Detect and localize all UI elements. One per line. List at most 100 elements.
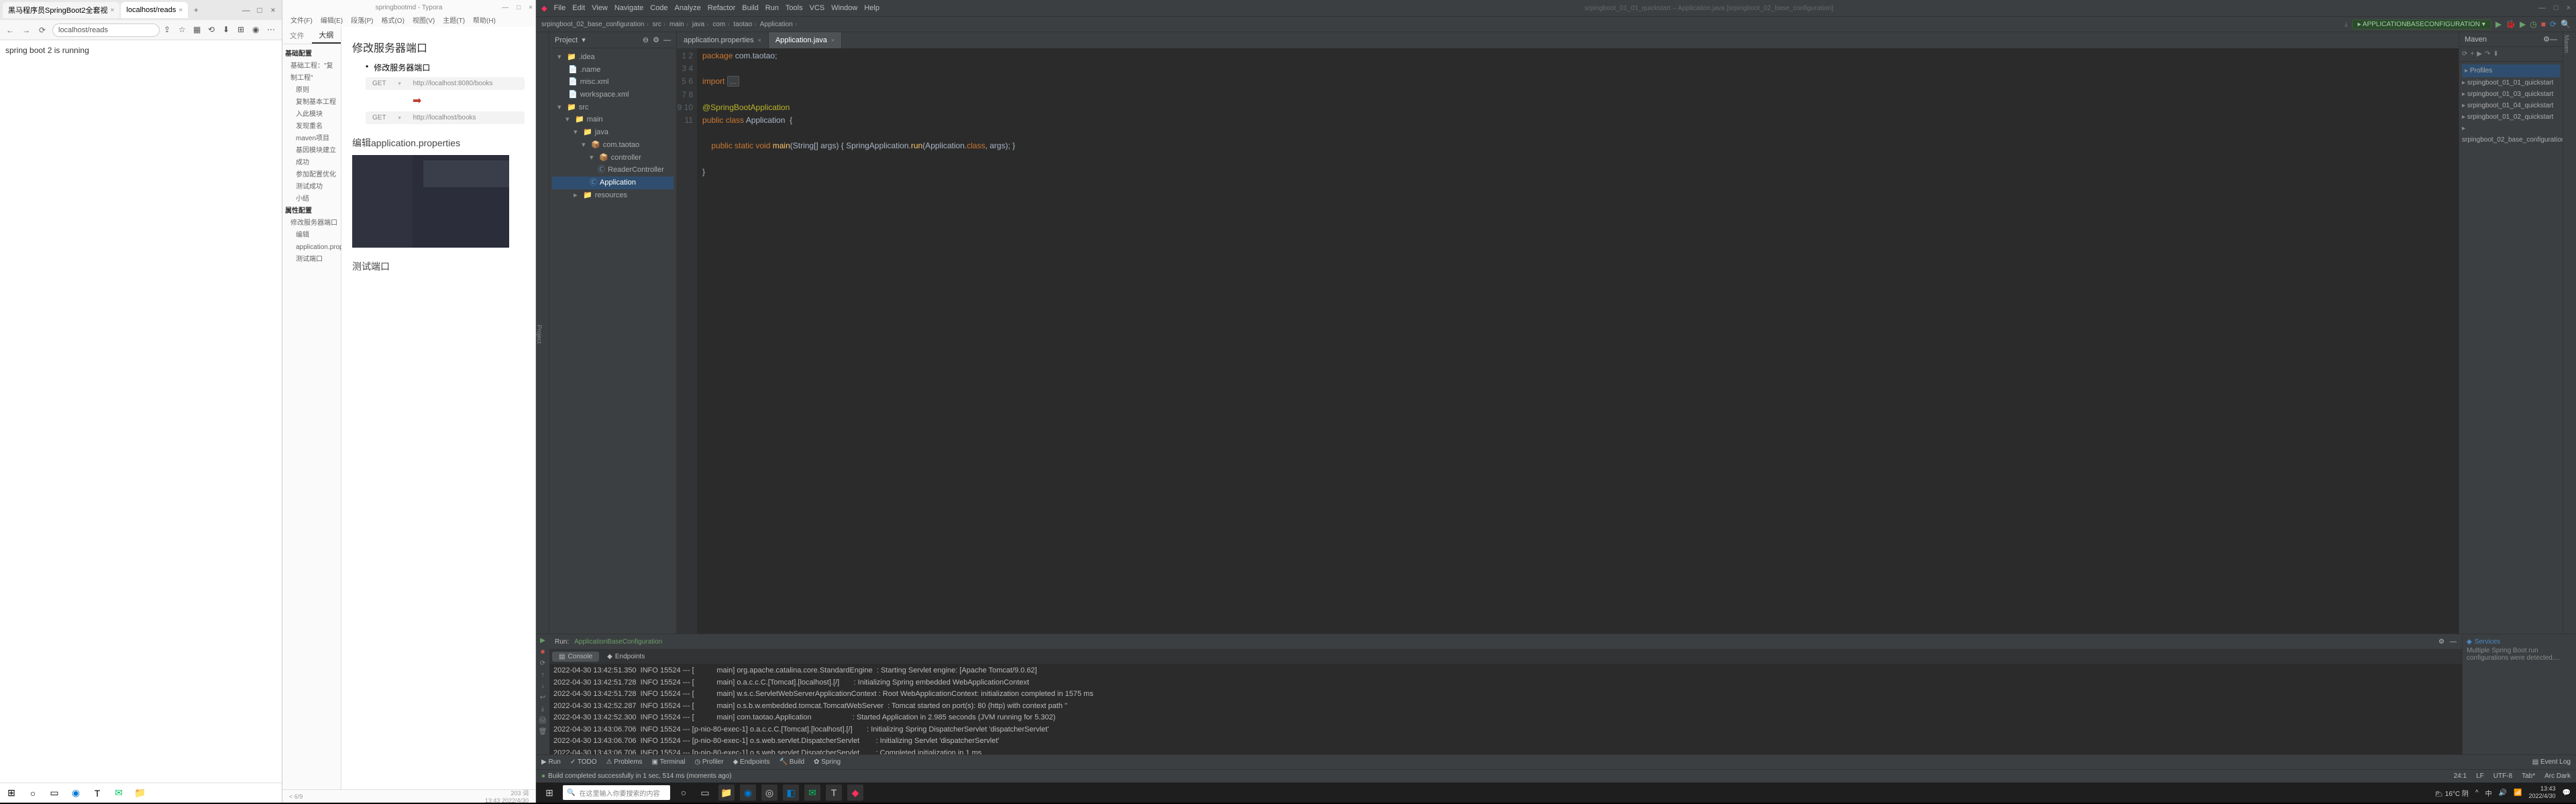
favorite-icon[interactable]: ☆	[178, 25, 189, 36]
menu-item[interactable]: Code	[650, 4, 667, 12]
menu-item[interactable]: Help	[864, 4, 879, 12]
address-input[interactable]	[52, 23, 160, 37]
outline-item[interactable]: 基础配置	[285, 48, 338, 60]
encoding[interactable]: UTF-8	[2493, 772, 2512, 780]
maven-module[interactable]: srpingboot_01_03_quickstart	[2467, 91, 2553, 98]
reload-icon[interactable]: ⟳	[2462, 50, 2467, 58]
tool-terminal[interactable]: ▣ Terminal	[652, 758, 686, 766]
close-icon[interactable]: ×	[529, 4, 533, 11]
menu-item[interactable]: Refactor	[708, 4, 736, 12]
minimize-icon[interactable]: —	[2538, 4, 2546, 12]
gear-icon[interactable]: ⚙	[2543, 35, 2550, 44]
debug-icon[interactable]: 🐞	[2506, 19, 2516, 29]
tool-endpoints[interactable]: ◆ Endpoints	[733, 758, 770, 766]
outline-item[interactable]: 编辑	[285, 230, 338, 242]
menu-item[interactable]: Run	[765, 4, 779, 12]
stop-icon[interactable]: ■	[541, 648, 545, 656]
edge-icon[interactable]: ◉	[740, 785, 756, 801]
settings-icon[interactable]: ⚙	[653, 36, 659, 44]
menu-item[interactable]: Window	[831, 4, 857, 12]
outline-tab-files[interactable]: 文件	[282, 27, 312, 44]
menu-item[interactable]: View	[592, 4, 608, 12]
console-tab[interactable]: ▤Console	[552, 652, 599, 662]
outline-item[interactable]: 参加配置优化	[285, 169, 338, 181]
outline-item[interactable]: application.properties	[285, 242, 338, 254]
taskbar-clock[interactable]: 13:43 2022/4/30	[2529, 785, 2556, 800]
menu-file[interactable]: 文件(F)	[290, 15, 313, 27]
breadcrumb[interactable]: srpingboot_02_base_configuration› src› m…	[541, 21, 799, 28]
tool-todo[interactable]: ✓ TODO	[570, 758, 597, 766]
browser-tab-active[interactable]: localhost/reads ×	[121, 2, 188, 18]
up-icon[interactable]: ↑	[541, 671, 545, 679]
folder-icon[interactable]: 📁	[133, 786, 148, 801]
menu-edit[interactable]: 编辑(E)	[321, 15, 343, 27]
wifi-icon[interactable]: 📶	[2514, 789, 2522, 797]
profile-icon[interactable]: ◉	[252, 25, 263, 36]
outline-item[interactable]: 原则	[285, 85, 338, 97]
outline-tab-outline[interactable]: 大纲	[312, 27, 341, 44]
forward-icon[interactable]: →	[20, 24, 32, 36]
maximize-icon[interactable]: □	[2554, 4, 2559, 12]
gear-icon[interactable]: ⚙	[2438, 638, 2445, 646]
taskview-icon[interactable]: ▭	[47, 786, 62, 801]
outline-item[interactable]: 基础工程："复制工程"	[285, 60, 338, 85]
menu-view[interactable]: 视图(V)	[413, 15, 435, 27]
outline-item[interactable]: 测试成功	[285, 181, 338, 193]
browser-tab[interactable]: 黑马程序员SpringBoot2全套视 ×	[3, 2, 119, 18]
project-tool-icon[interactable]: Project	[536, 325, 543, 344]
menu-theme[interactable]: 主题(T)	[443, 15, 465, 27]
theme[interactable]: Arc Dark	[2544, 772, 2571, 780]
menu-help[interactable]: 帮助(H)	[473, 15, 496, 27]
menu-item[interactable]: File	[553, 4, 566, 12]
stop-icon[interactable]: ■	[2541, 19, 2546, 29]
tool-run[interactable]: ▶ Run	[541, 758, 561, 766]
tree-node-selected[interactable]: ⒸApplication	[552, 177, 674, 189]
wrap-icon[interactable]: ↩	[540, 694, 545, 701]
outline-item[interactable]: 测试端口	[285, 254, 338, 266]
maven-profiles[interactable]: Profiles	[2470, 67, 2492, 74]
line-ending[interactable]: LF	[2476, 772, 2484, 780]
editor-tab[interactable]: application.properties×	[677, 32, 769, 48]
menu-icon[interactable]: ⋯	[267, 25, 278, 36]
edge-icon[interactable]: ◉	[68, 786, 83, 801]
share-icon[interactable]: ⇪	[164, 25, 174, 36]
maven-module[interactable]: srpingboot_01_02_quickstart	[2467, 113, 2553, 121]
update-icon[interactable]: ⟳	[2550, 19, 2557, 29]
maven-tool-icon[interactable]: Maven	[2563, 35, 2570, 53]
maximize-icon[interactable]: □	[517, 4, 521, 11]
search-icon[interactable]: ○	[25, 786, 40, 801]
typora-icon[interactable]: T	[826, 785, 842, 801]
run-config-selector[interactable]: ▸ APPLICATIONBASECONFIGURATION ▾	[2352, 19, 2491, 30]
plus-icon[interactable]: +	[2470, 50, 2474, 58]
close-icon[interactable]: ×	[2567, 4, 2571, 12]
search-icon[interactable]: 🔍	[2561, 19, 2571, 29]
widgets-icon[interactable]: ▭	[697, 785, 713, 801]
outline-item[interactable]: 小结	[285, 193, 338, 205]
maven-module[interactable]: srpingboot_01_01_quickstart	[2467, 79, 2553, 87]
menu-item[interactable]: Edit	[572, 4, 585, 12]
outline-item[interactable]: 复制基本工程	[285, 97, 338, 109]
maven-module[interactable]: srpingboot_02_base_configuration	[2462, 136, 2565, 144]
back-icon[interactable]: ←	[4, 24, 16, 36]
menu-item[interactable]: Tools	[786, 4, 803, 12]
tool-profiler[interactable]: ◷ Profiler	[694, 758, 723, 766]
outline-item[interactable]: 属性配置	[285, 205, 338, 217]
windows-icon[interactable]: ⊞	[4, 786, 19, 801]
outline-item[interactable]: 入此模块	[285, 109, 338, 121]
app-icon[interactable]: ▦	[193, 25, 204, 36]
skip-icon[interactable]: ↷	[2485, 50, 2490, 58]
services-title[interactable]: Services	[2475, 638, 2500, 646]
menu-format[interactable]: 格式(O)	[381, 15, 404, 27]
tool-build[interactable]: 🔨 Build	[780, 758, 804, 766]
outline-item[interactable]: 基因模块建立成功	[285, 145, 338, 169]
menu-item[interactable]: Navigate	[614, 4, 643, 12]
endpoints-tab[interactable]: ◆Endpoints	[600, 652, 651, 662]
run-icon[interactable]: ▶	[2477, 50, 2482, 58]
rerun-icon[interactable]: ▶	[540, 637, 545, 644]
reload-icon[interactable]: ⟲	[208, 25, 219, 36]
print-icon[interactable]: 🖨	[539, 717, 547, 724]
close-icon[interactable]: ×	[111, 7, 115, 14]
restart-icon[interactable]: ⟳	[540, 660, 545, 667]
profile-icon[interactable]: ◷	[2530, 19, 2536, 29]
intellij-icon[interactable]: ◆	[847, 785, 863, 801]
